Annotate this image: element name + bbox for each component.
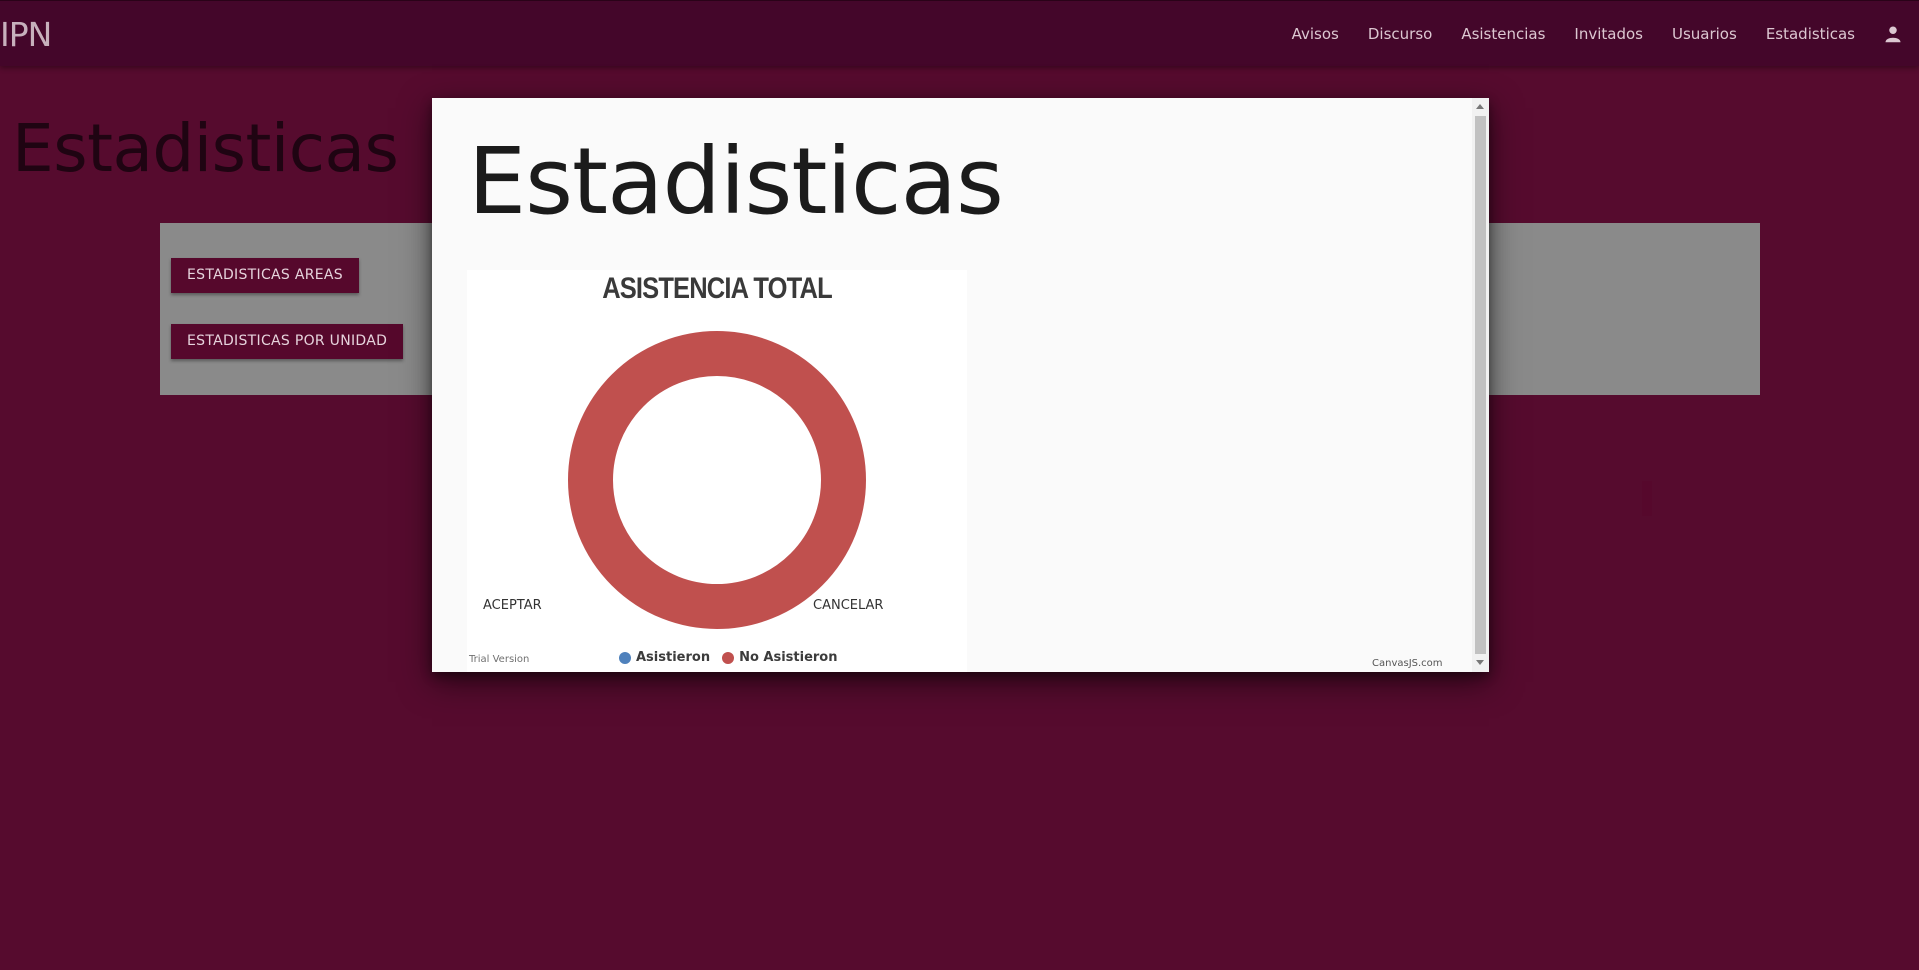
legend-item-asistieron[interactable]: Asistieron [619,650,710,665]
nav-link-avisos[interactable]: Avisos [1292,25,1339,43]
scroll-thumb[interactable] [1475,116,1486,654]
cancel-button[interactable]: CANCELAR [813,598,883,613]
accept-button[interactable]: ACEPTAR [483,598,542,613]
scroll-up-icon[interactable] [1476,104,1484,109]
chart-canvas [568,331,866,629]
chart-title: ASISTENCIA TOTAL [602,272,832,305]
estadisticas-unidad-button[interactable]: ESTADISTICAS POR UNIDAD [171,324,404,359]
legend-dot-no-asistieron [722,651,735,664]
nav-links: Avisos Discurso Asistencias Invitados Us… [1263,25,1855,43]
legend-label: Asistieron [636,650,711,665]
hidden-card-button[interactable] [1642,481,1652,516]
scroll-down-icon[interactable] [1476,660,1484,665]
modal-title: Estadisticas [468,128,1004,235]
page-title: Estadisticas [12,110,399,187]
legend-label: No Asistieron [739,650,838,665]
doughnut-slice-no-asistieron[interactable] [568,331,866,629]
top-navbar: IPN Avisos Discurso Asistencias Invitado… [0,0,1919,66]
nav-link-invitados[interactable]: Invitados [1574,25,1643,43]
doughnut-chart: ASISTENCIA TOTAL Trial Version Asistiero… [467,270,967,672]
estadisticas-areas-button[interactable]: ESTADISTICAS AREAS [171,258,359,293]
legend-item-no-asistieron[interactable]: No Asistieron [722,650,838,665]
nav-link-usuarios[interactable]: Usuarios [1672,25,1737,43]
person-icon[interactable] [1884,25,1902,43]
nav-link-discurso[interactable]: Discurso [1368,25,1432,43]
chart-legend: Asistieron No Asistieron [619,650,850,665]
trial-version-label: Trial Version [469,654,530,665]
legend-dot-asistieron [619,651,631,664]
nav-link-asistencias[interactable]: Asistencias [1461,25,1545,43]
stats-modal: Estadisticas ASISTENCIA TOTAL Trial Vers… [432,98,1489,672]
modal-scrollbar[interactable] [1472,98,1489,672]
canvasjs-credit[interactable]: CanvasJS.com [1372,658,1443,669]
nav-link-estadisticas[interactable]: Estadisticas [1766,25,1855,43]
brand-logo[interactable]: IPN [0,15,52,54]
